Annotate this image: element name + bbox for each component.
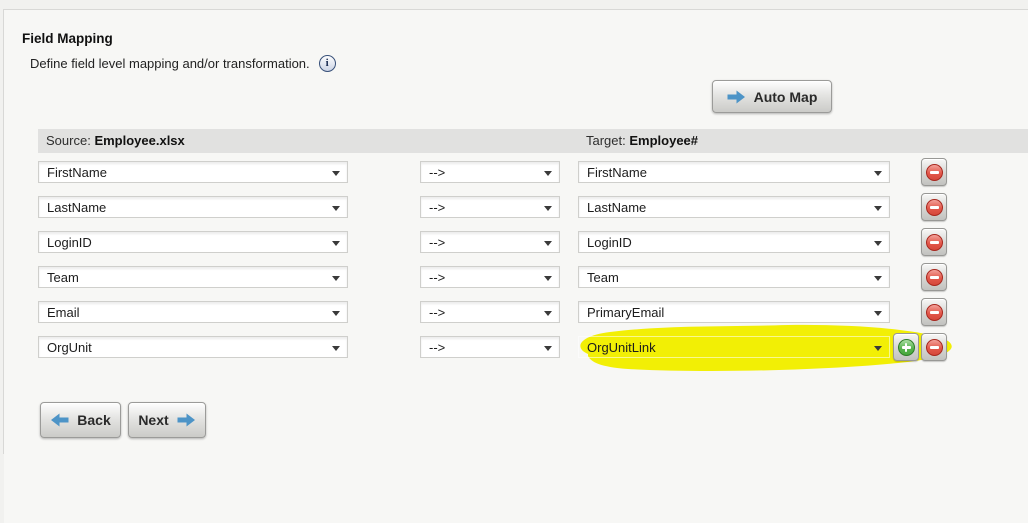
arrow-right-icon xyxy=(177,413,196,427)
transformation-value: --> xyxy=(429,305,445,320)
page-subtitle: Define field level mapping and/or transf… xyxy=(30,56,310,71)
transformation-dropdown[interactable]: --> xyxy=(420,196,560,218)
source-field-dropdown[interactable]: LastName xyxy=(38,196,348,218)
plus-icon xyxy=(898,339,915,356)
mapping-row: LastName --> LastName xyxy=(0,196,1028,224)
target-field-dropdown[interactable]: FirstName xyxy=(578,161,890,183)
chevron-down-icon xyxy=(874,206,882,211)
transformation-dropdown[interactable]: --> xyxy=(420,336,560,358)
chevron-down-icon xyxy=(874,241,882,246)
chevron-down-icon xyxy=(332,206,340,211)
chevron-down-icon xyxy=(544,311,552,316)
minus-icon xyxy=(926,304,943,321)
target-field-dropdown[interactable]: OrgUnitLink xyxy=(578,336,890,358)
source-field-dropdown[interactable]: Team xyxy=(38,266,348,288)
remove-row-button[interactable] xyxy=(921,263,947,291)
auto-map-button[interactable]: Auto Map xyxy=(712,80,832,113)
chevron-down-icon xyxy=(874,171,882,176)
transformation-value: --> xyxy=(429,165,445,180)
target-field-value: PrimaryEmail xyxy=(587,305,664,320)
arrow-left-icon xyxy=(50,413,69,427)
transformation-dropdown[interactable]: --> xyxy=(420,266,560,288)
minus-icon xyxy=(926,164,943,181)
source-field-value: OrgUnit xyxy=(47,340,92,355)
chevron-down-icon xyxy=(544,241,552,246)
page-subtitle-row: Define field level mapping and/or transf… xyxy=(30,55,336,72)
field-mapping-screen: Field Mapping Define field level mapping… xyxy=(0,0,1028,523)
transformation-dropdown[interactable]: --> xyxy=(420,231,560,253)
remove-row-button[interactable] xyxy=(921,228,947,256)
target-field-dropdown[interactable]: LoginID xyxy=(578,231,890,253)
minus-icon xyxy=(926,339,943,356)
chevron-down-icon xyxy=(544,206,552,211)
remove-row-button[interactable] xyxy=(921,298,947,326)
info-icon[interactable]: i xyxy=(319,55,336,72)
source-header-value: Employee.xlsx xyxy=(94,133,184,148)
mapping-row: OrgUnit --> OrgUnitLink xyxy=(0,336,1028,364)
minus-icon xyxy=(926,199,943,216)
target-header-label: Target: xyxy=(586,133,626,148)
remove-row-button[interactable] xyxy=(921,158,947,186)
next-label: Next xyxy=(138,412,168,428)
target-field-dropdown[interactable]: LastName xyxy=(578,196,890,218)
target-field-value: Team xyxy=(587,270,619,285)
source-field-dropdown[interactable]: FirstName xyxy=(38,161,348,183)
target-field-dropdown[interactable]: Team xyxy=(578,266,890,288)
chevron-down-icon xyxy=(544,346,552,351)
back-button[interactable]: Back xyxy=(40,402,121,438)
auto-map-label: Auto Map xyxy=(754,89,818,105)
source-header-label: Source: xyxy=(46,133,91,148)
target-field-value: LoginID xyxy=(587,235,632,250)
target-field-value: LastName xyxy=(587,200,646,215)
next-button[interactable]: Next xyxy=(128,402,206,438)
add-row-button[interactable] xyxy=(893,333,919,361)
chevron-down-icon xyxy=(332,241,340,246)
source-field-dropdown[interactable]: LoginID xyxy=(38,231,348,253)
mapping-row: Team --> Team xyxy=(0,266,1028,294)
source-field-value: Email xyxy=(47,305,80,320)
transformation-value: --> xyxy=(429,235,445,250)
target-header-value: Employee# xyxy=(629,133,698,148)
chevron-down-icon xyxy=(544,171,552,176)
chevron-down-icon xyxy=(332,171,340,176)
transformation-dropdown[interactable]: --> xyxy=(420,301,560,323)
remove-row-button[interactable] xyxy=(921,193,947,221)
back-label: Back xyxy=(77,412,110,428)
chevron-down-icon xyxy=(874,346,882,351)
remove-row-button[interactable] xyxy=(921,333,947,361)
page-title: Field Mapping xyxy=(22,31,113,46)
mapping-row: LoginID --> LoginID xyxy=(0,231,1028,259)
source-field-value: Team xyxy=(47,270,79,285)
source-field-dropdown[interactable]: Email xyxy=(38,301,348,323)
transformation-value: --> xyxy=(429,270,445,285)
chevron-down-icon xyxy=(544,276,552,281)
arrow-right-icon xyxy=(727,90,746,104)
target-header: Target: Employee# xyxy=(586,133,698,148)
target-field-dropdown[interactable]: PrimaryEmail xyxy=(578,301,890,323)
mapping-header-bar: Source: Employee.xlsx Target: Employee# xyxy=(38,129,1028,153)
chevron-down-icon xyxy=(332,346,340,351)
source-field-value: LastName xyxy=(47,200,106,215)
transformation-value: --> xyxy=(429,340,445,355)
chevron-down-icon xyxy=(874,311,882,316)
chevron-down-icon xyxy=(332,276,340,281)
target-field-value: OrgUnitLink xyxy=(587,340,656,355)
panel-border-top xyxy=(3,9,1028,10)
target-field-value: FirstName xyxy=(587,165,647,180)
mapping-row: FirstName --> FirstName xyxy=(0,161,1028,189)
source-field-value: FirstName xyxy=(47,165,107,180)
minus-icon xyxy=(926,269,943,286)
chevron-down-icon xyxy=(874,276,882,281)
minus-icon xyxy=(926,234,943,251)
source-field-value: LoginID xyxy=(47,235,92,250)
transformation-dropdown[interactable]: --> xyxy=(420,161,560,183)
mapping-row: Email --> PrimaryEmail xyxy=(0,301,1028,329)
source-header: Source: Employee.xlsx xyxy=(46,133,185,148)
transformation-value: --> xyxy=(429,200,445,215)
source-field-dropdown[interactable]: OrgUnit xyxy=(38,336,348,358)
chevron-down-icon xyxy=(332,311,340,316)
